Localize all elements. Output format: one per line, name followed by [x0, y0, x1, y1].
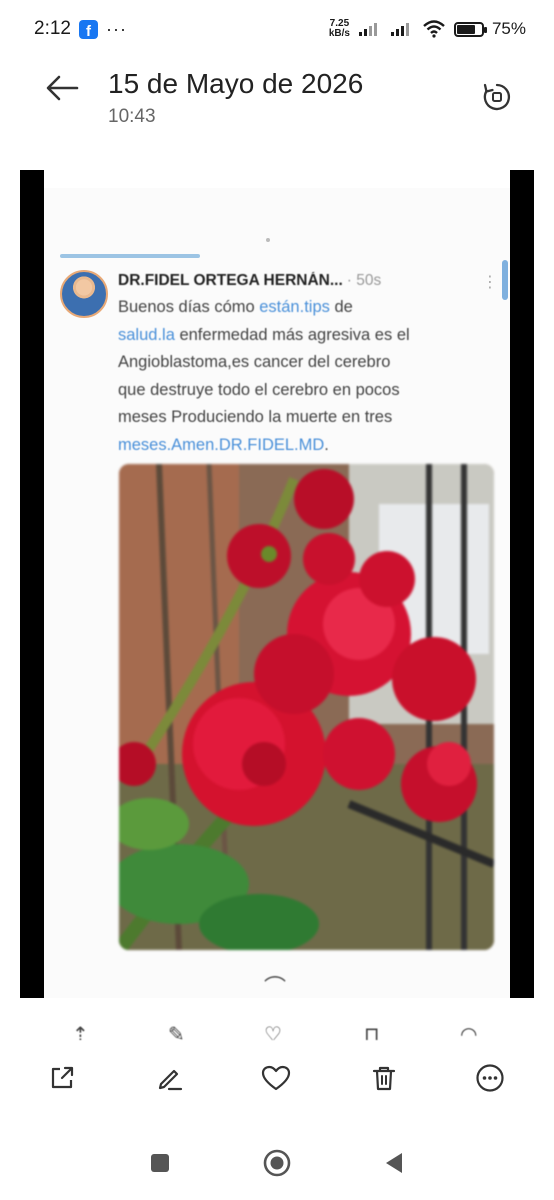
screenshot-image[interactable]: DR.FIDEL ORTEGA HERNÁN... · 50s ⋮ Buenos … — [44, 188, 510, 998]
post-line: meses Produciendo la muerte en tres — [118, 404, 504, 432]
clock: 2:12 — [34, 18, 71, 39]
favorite-button[interactable] — [258, 1060, 294, 1096]
post-text: Buenos días cómo están.tips de salud.la … — [118, 294, 504, 459]
header: 15 de Mayo de 2026 10:43 — [0, 58, 554, 148]
back-triangle-icon — [386, 1153, 402, 1173]
more-button[interactable] — [472, 1060, 508, 1096]
tab-indicator — [60, 254, 200, 258]
swipe-hint: ⌒ — [264, 975, 287, 998]
network-speed-unit: kB/s — [328, 28, 350, 39]
home-circle-icon — [263, 1149, 291, 1177]
ghost-share-icon: ⇡ — [72, 1024, 89, 1040]
battery-icon — [453, 21, 487, 37]
ghost-edit-icon: ✎ — [168, 1024, 185, 1040]
ghost-trash-icon: ⊓ — [364, 1024, 380, 1040]
letterbox-right — [510, 170, 534, 998]
signal-icon — [358, 23, 377, 36]
page-title: 15 de Mayo de 2026 — [108, 68, 364, 99]
post-time: · 50s — [346, 272, 382, 289]
post-line-text: que destruye todo el cerebro en pocos — [118, 380, 400, 399]
more-notifications-icon: ··· — [105, 18, 127, 39]
post-line-text: . — [324, 435, 329, 454]
back-button[interactable] — [42, 68, 82, 108]
status-left: 2:12 f ··· — [34, 18, 127, 40]
status-bar: 2:12 f ··· 7.25 kB/s 75% — [0, 0, 554, 58]
action-bar — [0, 1046, 554, 1110]
post-line: salud.la enfermedad más agresiva es el — [118, 322, 504, 350]
post-line-text: meses Produciendo la muerte en tres — [118, 408, 393, 426]
post-line-text: enfermedad más agresiva es el — [174, 325, 410, 344]
more-horizontal-icon — [476, 1064, 504, 1092]
heart-icon — [261, 1065, 291, 1091]
trash-icon — [372, 1066, 396, 1091]
rotate-button[interactable] — [480, 80, 514, 114]
post-link: están.tips — [259, 298, 330, 316]
separator-dot — [266, 238, 270, 242]
signal-icon-2 — [390, 23, 409, 36]
edit-button[interactable] — [152, 1060, 188, 1096]
recents-button[interactable] — [145, 1148, 175, 1178]
network-speed: 7.25 kB/s — [329, 19, 350, 39]
arrow-left-icon — [46, 75, 79, 101]
status-right: 7.25 kB/s 75% — [329, 19, 526, 39]
wifi-icon — [423, 20, 445, 38]
share-icon — [51, 1066, 74, 1089]
post-line: que destruye todo el cerebro en pocos — [118, 377, 504, 405]
page-subtitle: 10:43 — [108, 106, 156, 127]
post-line: Buenos días cómo están.tips de — [118, 294, 504, 322]
post-line-text: Angioblastoma,es cancer del cerebro — [118, 353, 391, 371]
back-nav-button[interactable] — [379, 1148, 409, 1178]
post-line: Angioblastoma,es cancer del cerebro — [118, 349, 504, 377]
rose-photo — [119, 464, 494, 950]
ghost-heart-icon: ♡ — [264, 1024, 282, 1040]
post-link: salud.la — [118, 325, 175, 344]
rotate-icon — [483, 83, 510, 111]
recents-square-icon — [151, 1154, 169, 1172]
delete-button[interactable] — [366, 1060, 402, 1096]
post-line: meses.Amen.DR.FIDEL.MD. — [118, 432, 504, 460]
post-more-icon: ⋮ — [482, 274, 498, 291]
pencil-icon — [158, 1069, 183, 1091]
post-link: meses.Amen.DR.FIDEL.MD — [118, 435, 325, 454]
post-line-text: Buenos días cómo — [118, 298, 260, 316]
battery-percent: 75% — [491, 19, 526, 38]
facebook-icon: f — [78, 19, 98, 39]
home-button[interactable] — [262, 1148, 292, 1178]
ghost-more-icon: ◠ — [460, 1024, 478, 1040]
post-author: DR.FIDEL ORTEGA HERNÁN... · 50s — [118, 272, 381, 290]
post-line-text: de — [329, 298, 353, 316]
avatar — [60, 270, 108, 318]
navigation-bar — [0, 1110, 554, 1200]
ghost-toolbar-reflection: ⇡ ✎ ♡ ⊓ ◠ — [0, 1022, 554, 1040]
letterbox-left — [20, 170, 44, 998]
share-button[interactable] — [44, 1060, 80, 1096]
author-name: DR.FIDEL ORTEGA HERNÁN... — [118, 272, 343, 289]
